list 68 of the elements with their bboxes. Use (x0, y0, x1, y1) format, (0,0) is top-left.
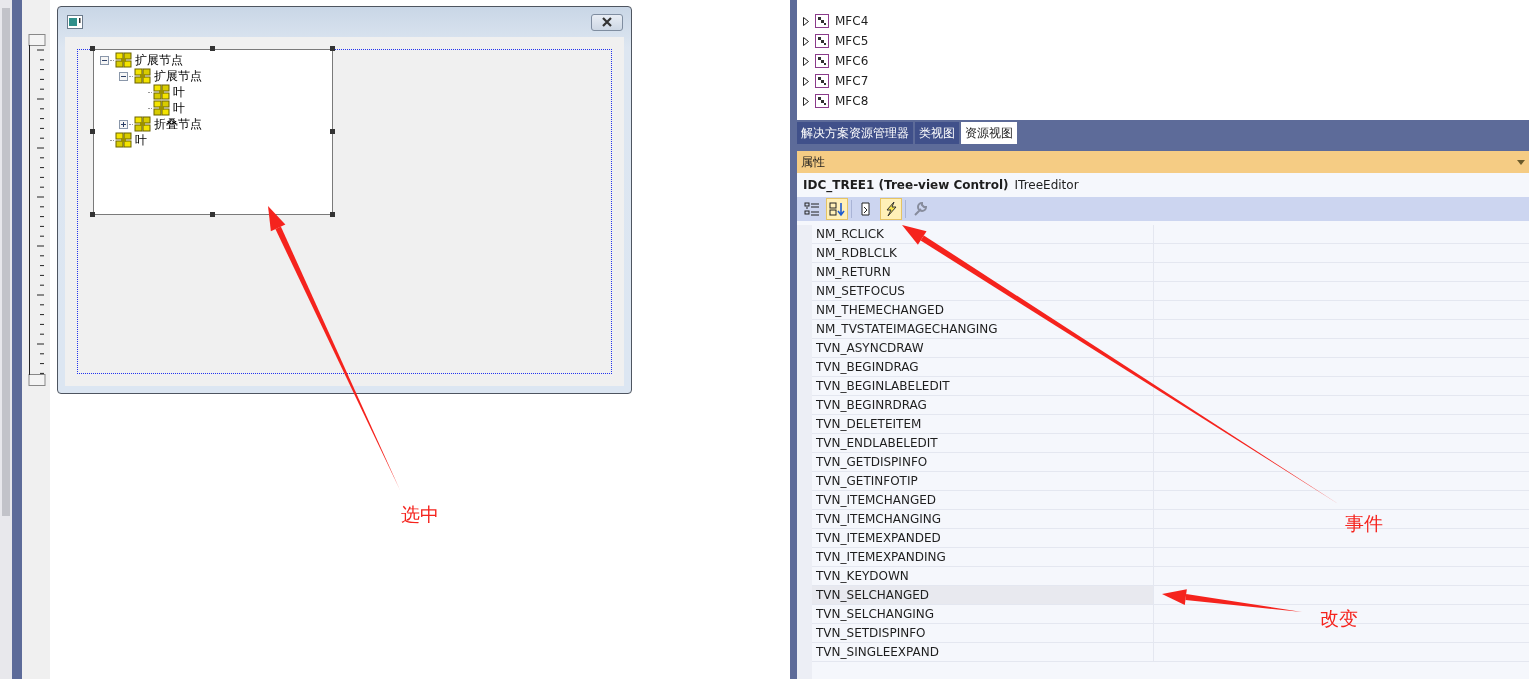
expand-toggle[interactable] (119, 71, 128, 81)
annotation-label: 事件 (1345, 512, 1383, 534)
event-name[interactable]: TVN_ITEMEXPANDED (812, 529, 1154, 547)
tree-item-label[interactable]: MFC5 (835, 34, 869, 48)
dialog-resource-icon (815, 14, 829, 28)
tab[interactable]: 解决方案资源管理器 (797, 122, 913, 144)
tree-node-label[interactable]: 叶 (173, 100, 185, 116)
event-name[interactable]: TVN_SELCHANGING (812, 605, 1154, 623)
resize-handle[interactable] (330, 46, 335, 51)
categorized-icon (804, 201, 820, 217)
node-icon (134, 68, 151, 84)
object-name: IDC_TREE1 (Tree-view Control) (803, 178, 1009, 192)
tree-node-label[interactable]: 扩展节点 (135, 52, 183, 68)
tab[interactable]: 类视图 (915, 122, 959, 144)
resize-handle[interactable] (90, 129, 95, 134)
resize-handle[interactable] (210, 212, 215, 217)
wrench-icon (912, 201, 928, 217)
event-name[interactable]: TVN_GETINFOTIP (812, 472, 1154, 490)
annotation-label: 改变 (1320, 607, 1358, 629)
resize-handle[interactable] (90, 212, 95, 217)
event-name[interactable]: TVN_ENDLABELEDIT (812, 434, 1154, 452)
tree-node-label[interactable]: 叶 (135, 132, 147, 148)
events-button[interactable] (880, 198, 902, 220)
scrollbar[interactable] (0, 0, 12, 679)
resize-handle[interactable] (210, 46, 215, 51)
event-name[interactable]: TVN_BEGINRDRAG (812, 396, 1154, 414)
node-icon (153, 84, 170, 100)
expand-toggle[interactable] (119, 119, 128, 129)
event-name[interactable]: TVN_GETDISPINFO (812, 453, 1154, 471)
event-name[interactable]: TVN_KEYDOWN (812, 567, 1154, 585)
tree-node-label[interactable]: 折叠节点 (154, 116, 202, 132)
event-name[interactable]: TVN_SETDISPINFO (812, 624, 1154, 642)
event-name[interactable]: TVN_ITEMEXPANDING (812, 548, 1154, 566)
close-icon (600, 17, 614, 27)
resize-handle[interactable] (330, 129, 335, 134)
tab[interactable]: 资源视图 (961, 122, 1017, 144)
dialog-resource-icon (815, 74, 829, 88)
node-icon (115, 132, 132, 148)
node-icon (115, 52, 132, 68)
app-icon (67, 15, 83, 29)
tree-control[interactable]: 扩展节点 扩展节点 叶 叶 折叠节点 叶 (93, 49, 333, 215)
sort-icon (829, 201, 845, 217)
event-name[interactable]: TVN_SINGLEEXPAND (812, 643, 1154, 661)
node-icon (134, 116, 151, 132)
event-name[interactable]: TVN_ITEMCHANGED (812, 491, 1154, 509)
panel-title: 属性 (801, 153, 825, 171)
expand-toggle[interactable] (100, 55, 109, 65)
tree-item-label[interactable]: MFC7 (835, 74, 869, 88)
event-name[interactable]: TVN_SELCHANGED (812, 586, 1154, 604)
dropdown-caret-icon[interactable] (1517, 159, 1525, 165)
resize-handle[interactable] (90, 46, 95, 51)
annotation-label: 选中 (401, 503, 439, 525)
close-button[interactable] (591, 13, 623, 31)
tree-node-label[interactable]: 扩展节点 (154, 68, 202, 84)
tree-item-label[interactable]: MFC8 (835, 94, 869, 108)
dialog-resource-icon (815, 34, 829, 48)
alphabetical-button[interactable] (826, 198, 848, 220)
resize-handle[interactable] (330, 212, 335, 217)
event-name[interactable]: TVN_ITEMCHANGING (812, 510, 1154, 528)
tree-item-label[interactable]: MFC6 (835, 54, 869, 68)
tree-node-label[interactable]: 叶 (173, 84, 185, 100)
dialog-resource-icon (815, 94, 829, 108)
event-name[interactable]: TVN_DELETEITEM (812, 415, 1154, 433)
dialog-resource-icon (815, 54, 829, 68)
lightning-icon (883, 201, 899, 217)
node-icon (153, 100, 170, 116)
tree-item-label[interactable]: MFC4 (835, 14, 869, 28)
object-type: ITreeEditor (1014, 178, 1079, 192)
